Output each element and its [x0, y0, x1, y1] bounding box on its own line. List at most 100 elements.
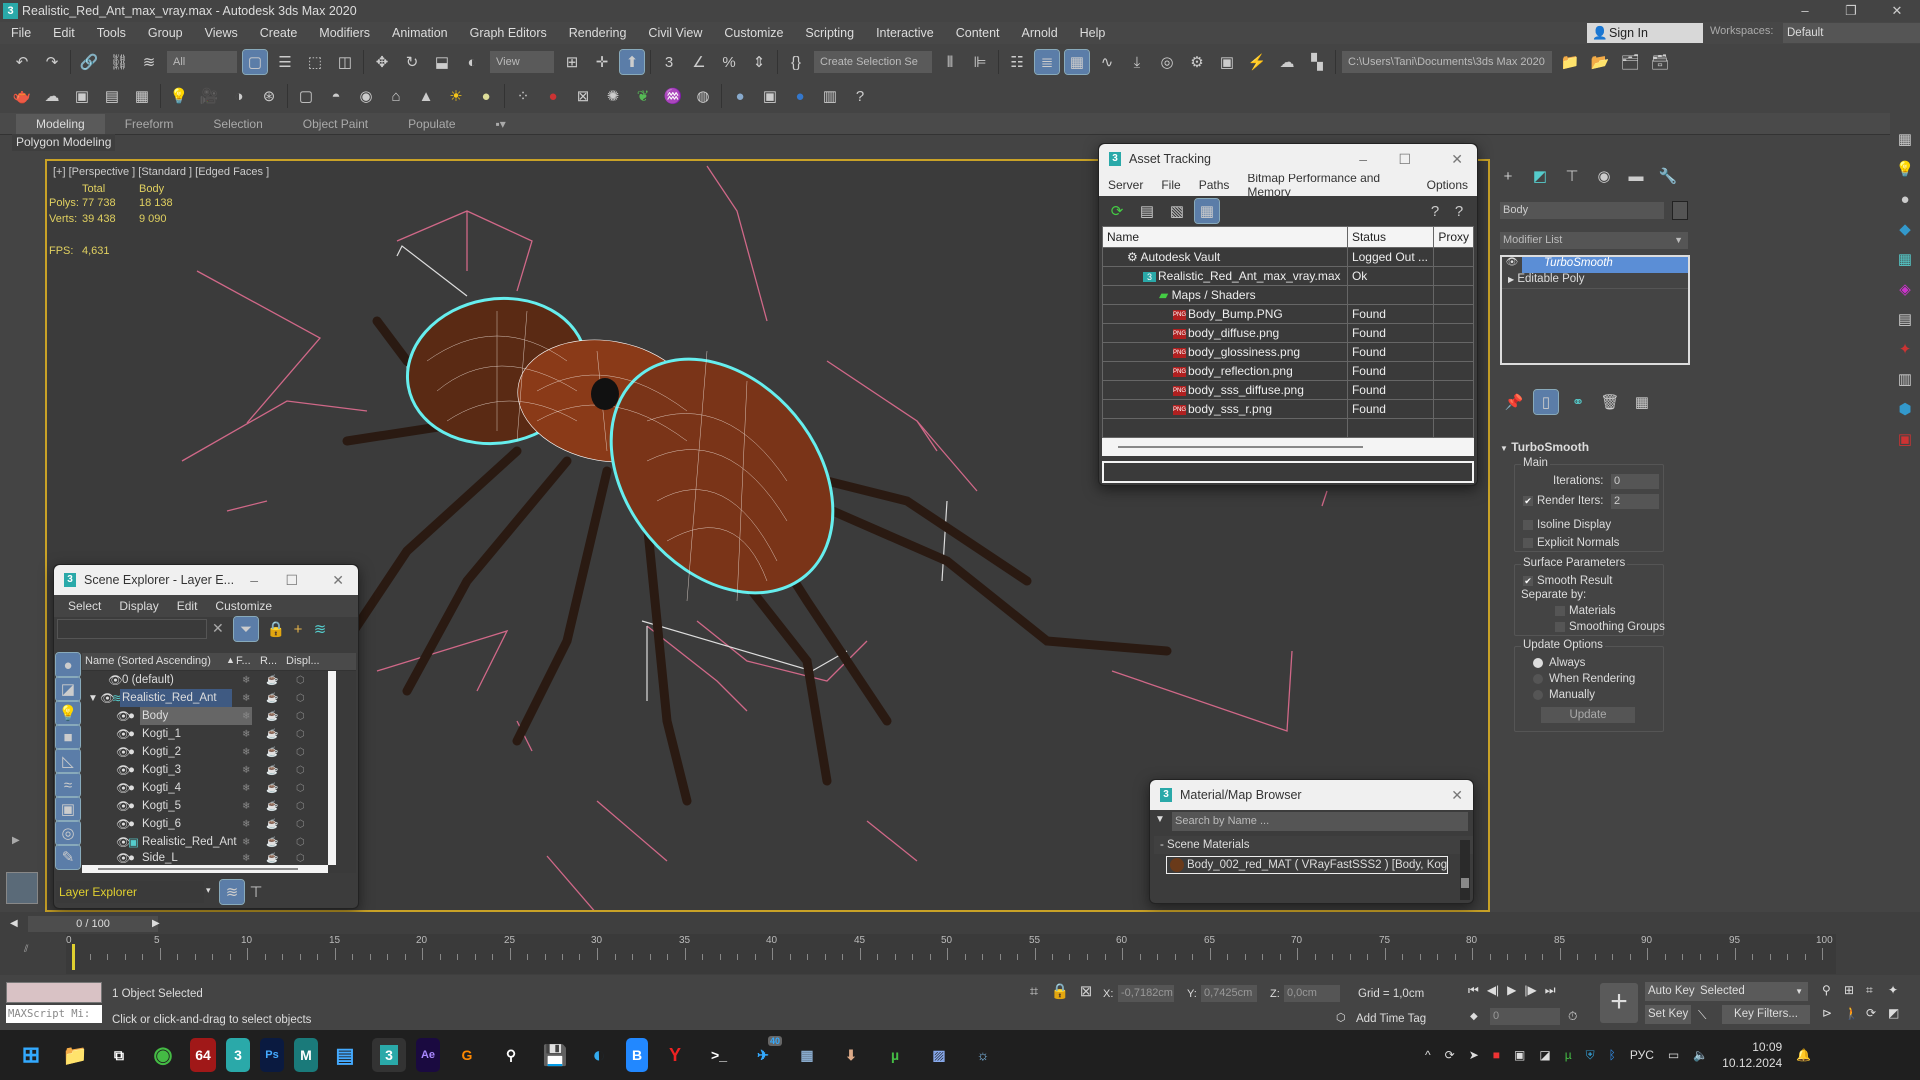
- stack-item-turbosmooth[interactable]: 👁 TurboSmooth: [1502, 257, 1688, 273]
- close-button[interactable]: ✕: [332, 565, 344, 595]
- asset-row[interactable]: 3 Realistic_Red_Ant_max_vray.max Ok: [1102, 266, 1474, 286]
- maxscript-listener[interactable]: [6, 982, 102, 1003]
- asset-row[interactable]: PNG body_sss_diffuse.png Found: [1102, 380, 1474, 400]
- save-app-icon[interactable]: 💾: [538, 1038, 572, 1072]
- clock[interactable]: 10:09 10.12.2024: [1722, 1039, 1782, 1071]
- collapse-icon[interactable]: ▼: [1500, 444, 1508, 453]
- project-settings-icon[interactable]: 📁: [1558, 50, 1582, 74]
- menu-server[interactable]: Server: [1099, 178, 1152, 192]
- maximize-button[interactable]: ☐: [1398, 144, 1411, 174]
- rollout-title[interactable]: TurboSmooth: [1511, 440, 1589, 454]
- vray-plane-icon[interactable]: ⊠: [571, 84, 595, 108]
- toggle-ribbon-icon[interactable]: ▦: [1064, 49, 1090, 75]
- help-context-icon[interactable]: ?: [1447, 199, 1471, 223]
- current-frame-field[interactable]: 0: [1490, 1008, 1560, 1025]
- options-arrow-icon[interactable]: ▼: [1155, 814, 1165, 825]
- terminal-icon[interactable]: >_: [702, 1038, 736, 1072]
- menu-tools[interactable]: Tools: [86, 26, 137, 40]
- expand-icon[interactable]: ▶: [1508, 275, 1514, 284]
- table-view-icon[interactable]: ▦: [1194, 198, 1220, 224]
- vertical-scrollbar[interactable]: [328, 671, 336, 865]
- stack-item-editable-poly[interactable]: ▶ Editable Poly: [1502, 273, 1688, 289]
- object-row[interactable]: 👁 ● Kogti_4 ❄ ☕ ⬡: [82, 779, 356, 797]
- clear-search-icon[interactable]: ✕: [212, 620, 224, 637]
- menu-edit[interactable]: Edit: [42, 26, 86, 40]
- menu-help[interactable]: Help: [1069, 26, 1117, 40]
- next-frame-icon[interactable]: |▶: [1524, 983, 1536, 998]
- asset-row[interactable]: PNG body_diffuse.png Found: [1102, 323, 1474, 343]
- zoom-all-icon[interactable]: ⊞: [1844, 983, 1866, 998]
- next-frame-arrow-icon[interactable]: ▶: [152, 918, 160, 929]
- vray-ambient-icon[interactable]: ●: [474, 84, 498, 108]
- edge-icon[interactable]: ◐: [582, 1038, 616, 1072]
- help-icon[interactable]: ?: [1423, 199, 1447, 223]
- telegram-icon[interactable]: ✈ 40: [746, 1036, 782, 1072]
- menu-file[interactable]: File: [0, 26, 42, 40]
- notepad-icon[interactable]: ▤: [328, 1038, 362, 1072]
- tab-object-paint[interactable]: Object Paint: [283, 114, 388, 134]
- when-rendering-radio[interactable]: When Rendering: [1533, 673, 1635, 685]
- pin-stack-icon[interactable]: 📌: [1502, 390, 1526, 414]
- rendered-frame-window-icon[interactable]: ▣: [1215, 50, 1239, 74]
- show-end-result-icon[interactable]: ▯: [1533, 389, 1559, 415]
- send-icon[interactable]: ➤: [1469, 1048, 1479, 1062]
- absolute-mode-icon[interactable]: ⊠: [1074, 979, 1098, 1003]
- create-tab-icon[interactable]: +: [1496, 164, 1520, 188]
- layers-icon[interactable]: ≋: [308, 617, 332, 641]
- material-item[interactable]: Body_002_red_MAT ( VRayFastSSS2 ) [Body,…: [1166, 856, 1448, 874]
- vray-ies-icon[interactable]: ▲: [414, 84, 438, 108]
- expand-arrow-icon[interactable]: ▼: [88, 693, 98, 704]
- redo-icon[interactable]: ↷: [40, 50, 64, 74]
- col-status[interactable]: Status: [1346, 226, 1435, 248]
- motion-tab-icon[interactable]: ◉: [1592, 164, 1616, 188]
- teapot-icon[interactable]: 🫖: [10, 84, 34, 108]
- vray-fur-icon[interactable]: ❦: [631, 84, 655, 108]
- menu-rendering[interactable]: Rendering: [558, 26, 638, 40]
- task-view-icon[interactable]: ⧉: [102, 1038, 136, 1072]
- menu-edit[interactable]: Edit: [168, 599, 207, 613]
- col-frozen[interactable]: F...: [236, 655, 251, 667]
- select-object-icon[interactable]: ▢: [242, 49, 268, 75]
- horizontal-scrollbar[interactable]: [82, 865, 328, 873]
- move-icon[interactable]: ✥: [370, 50, 394, 74]
- render-icon[interactable]: ▣: [1893, 427, 1917, 451]
- utorrent-tray-icon[interactable]: µ: [1565, 1048, 1572, 1062]
- search-by-name-input[interactable]: Search by Name ...: [1172, 812, 1468, 831]
- shapes-icon[interactable]: ☁: [40, 84, 64, 108]
- monitor-icon[interactable]: ▨: [922, 1038, 956, 1072]
- vray-mesh-light-icon[interactable]: ⌂: [384, 84, 408, 108]
- object-row[interactable]: 👁 ● Kogti_3 ❄ ☕ ⬡: [82, 761, 356, 779]
- vray-dome-icon[interactable]: ◓: [324, 84, 348, 108]
- material-editor-icon[interactable]: ◎: [1155, 50, 1179, 74]
- menu-group[interactable]: Group: [137, 26, 194, 40]
- menu-civil-view[interactable]: Civil View: [637, 26, 713, 40]
- help-icon[interactable]: ?: [848, 84, 872, 108]
- show-hidden-icons[interactable]: ^: [1425, 1048, 1431, 1062]
- menu-file[interactable]: File: [1152, 178, 1189, 192]
- key-mode-dropdown[interactable]: Selected ▼: [1696, 982, 1808, 1001]
- render-production-icon[interactable]: ⚡: [1245, 50, 1269, 74]
- layer-row[interactable]: ▼ 👁 ≋ Realistic_Red_Ant ❄ ☕ ⬡: [82, 689, 356, 707]
- asset-row[interactable]: PNG body_sss_r.png Found: [1102, 399, 1474, 419]
- make-unique-icon[interactable]: ⚭: [1566, 390, 1590, 414]
- list-icon[interactable]: ▤: [100, 84, 124, 108]
- toggle-scene-explorer-icon[interactable]: ☷: [1005, 50, 1029, 74]
- vray-icon[interactable]: ✦: [1893, 337, 1917, 361]
- language-indicator[interactable]: РУС: [1630, 1048, 1654, 1062]
- walk-through-icon[interactable]: 🚶: [1844, 1006, 1866, 1020]
- menu-customize[interactable]: Customize: [713, 26, 794, 40]
- render-frame-icon[interactable]: ▣: [70, 84, 94, 108]
- downloads-icon[interactable]: ⬇: [834, 1038, 868, 1072]
- vray-ball-icon[interactable]: ●: [541, 84, 565, 108]
- materials-checkbox[interactable]: Materials: [1555, 605, 1616, 617]
- select-by-name-icon[interactable]: ☰: [273, 50, 297, 74]
- manipulate-icon[interactable]: ✛: [590, 50, 614, 74]
- tab-modeling[interactable]: Modeling: [16, 114, 105, 134]
- edit-named-selection-icon[interactable]: {}: [784, 50, 808, 74]
- render-iters-spinner[interactable]: 2: [1611, 494, 1659, 509]
- undo-icon[interactable]: ↶: [10, 50, 34, 74]
- horizontal-scrollbar[interactable]: [1102, 438, 1474, 456]
- material-icon[interactable]: ●: [1893, 187, 1917, 211]
- previous-frame-icon[interactable]: ◀|: [1487, 983, 1499, 998]
- scale-icon[interactable]: ⬓: [430, 50, 454, 74]
